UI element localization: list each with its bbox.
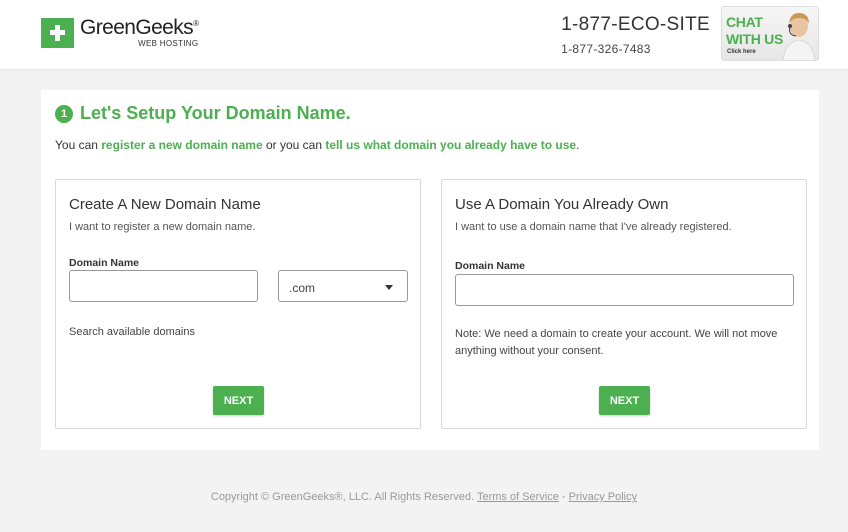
- new-domain-input[interactable]: [69, 270, 258, 302]
- footer-separator: -: [558, 491, 569, 503]
- card-title: Use A Domain You Already Own: [455, 196, 669, 213]
- next-button-own-domain[interactable]: NEXT: [599, 386, 650, 415]
- card-subtitle: I want to register a new domain name.: [69, 221, 256, 233]
- next-button-new-domain[interactable]: NEXT: [213, 386, 264, 415]
- intro-suffix: .: [576, 138, 580, 152]
- brand-mark: ®: [193, 19, 199, 28]
- support-agent-icon: [782, 13, 816, 60]
- brand-subtitle: WEB HOSTING: [138, 39, 199, 48]
- page-footer: Copyright © GreenGeeks®, LLC. All Rights…: [0, 491, 848, 503]
- own-domain-input[interactable]: [455, 274, 794, 306]
- terms-of-service-link[interactable]: Terms of Service: [477, 491, 559, 503]
- note-line-2: anything without your consent.: [455, 345, 604, 357]
- intro-prefix: You can: [55, 138, 102, 152]
- copyright-text: Copyright © GreenGeeks®, LLC. All Rights…: [210, 491, 477, 503]
- domain-setup-panel: 1 Let's Setup Your Domain Name. You can …: [41, 90, 819, 450]
- intro-text: You can register a new domain name or yo…: [55, 138, 579, 152]
- chat-label-line2: WITH US: [726, 31, 784, 47]
- chat-click-here: Click here: [727, 49, 756, 55]
- card-title: Create A New Domain Name: [69, 196, 261, 213]
- note-line-1: Note: We need a domain to create your ac…: [455, 328, 778, 340]
- domain-name-label: Domain Name: [455, 260, 526, 272]
- tld-selected-value: .com: [289, 281, 316, 295]
- use-own-domain-card: Use A Domain You Already Own I want to u…: [441, 179, 807, 429]
- create-new-domain-card: Create A New Domain Name I want to regis…: [55, 179, 421, 429]
- step-number-badge: 1: [55, 104, 73, 123]
- privacy-policy-link[interactable]: Privacy Policy: [569, 491, 637, 503]
- consent-note: Note: We need a domain to create your ac…: [455, 326, 777, 360]
- card-subtitle: I want to use a domain name that I've al…: [455, 221, 732, 233]
- heading-text: Let's Setup Your Domain Name.: [80, 103, 351, 123]
- brand-name: GreenGeeks: [80, 16, 194, 39]
- phone-main[interactable]: 1-877-ECO-SITE: [561, 14, 710, 36]
- use-existing-domain-link[interactable]: tell us what domain you already have to …: [325, 138, 576, 152]
- phone-alt[interactable]: 1-877-326-7483: [561, 42, 710, 56]
- chat-label-line1: CHAT: [726, 14, 763, 30]
- domain-name-label: Domain Name: [69, 257, 140, 269]
- register-new-domain-link[interactable]: register a new domain name: [101, 138, 262, 152]
- intro-middle: or you can: [262, 138, 326, 152]
- logo-text: GreenGeeks® WEB HOSTING: [80, 16, 199, 48]
- site-header: GreenGeeks® WEB HOSTING 1-877-ECO-SITE 1…: [0, 0, 848, 70]
- tld-select[interactable]: .com: [278, 270, 408, 302]
- dropdown-arrow-icon: [385, 285, 393, 290]
- page-title: 1 Let's Setup Your Domain Name.: [55, 103, 351, 124]
- search-domains-text: Search available domains: [69, 326, 195, 338]
- chat-with-us-button[interactable]: CHAT WITH US Click here: [721, 6, 819, 61]
- phone-block: 1-877-ECO-SITE 1-877-326-7483: [561, 14, 710, 56]
- greengeeks-logo[interactable]: GreenGeeks® WEB HOSTING: [41, 16, 199, 48]
- plus-logo-icon: [41, 17, 74, 48]
